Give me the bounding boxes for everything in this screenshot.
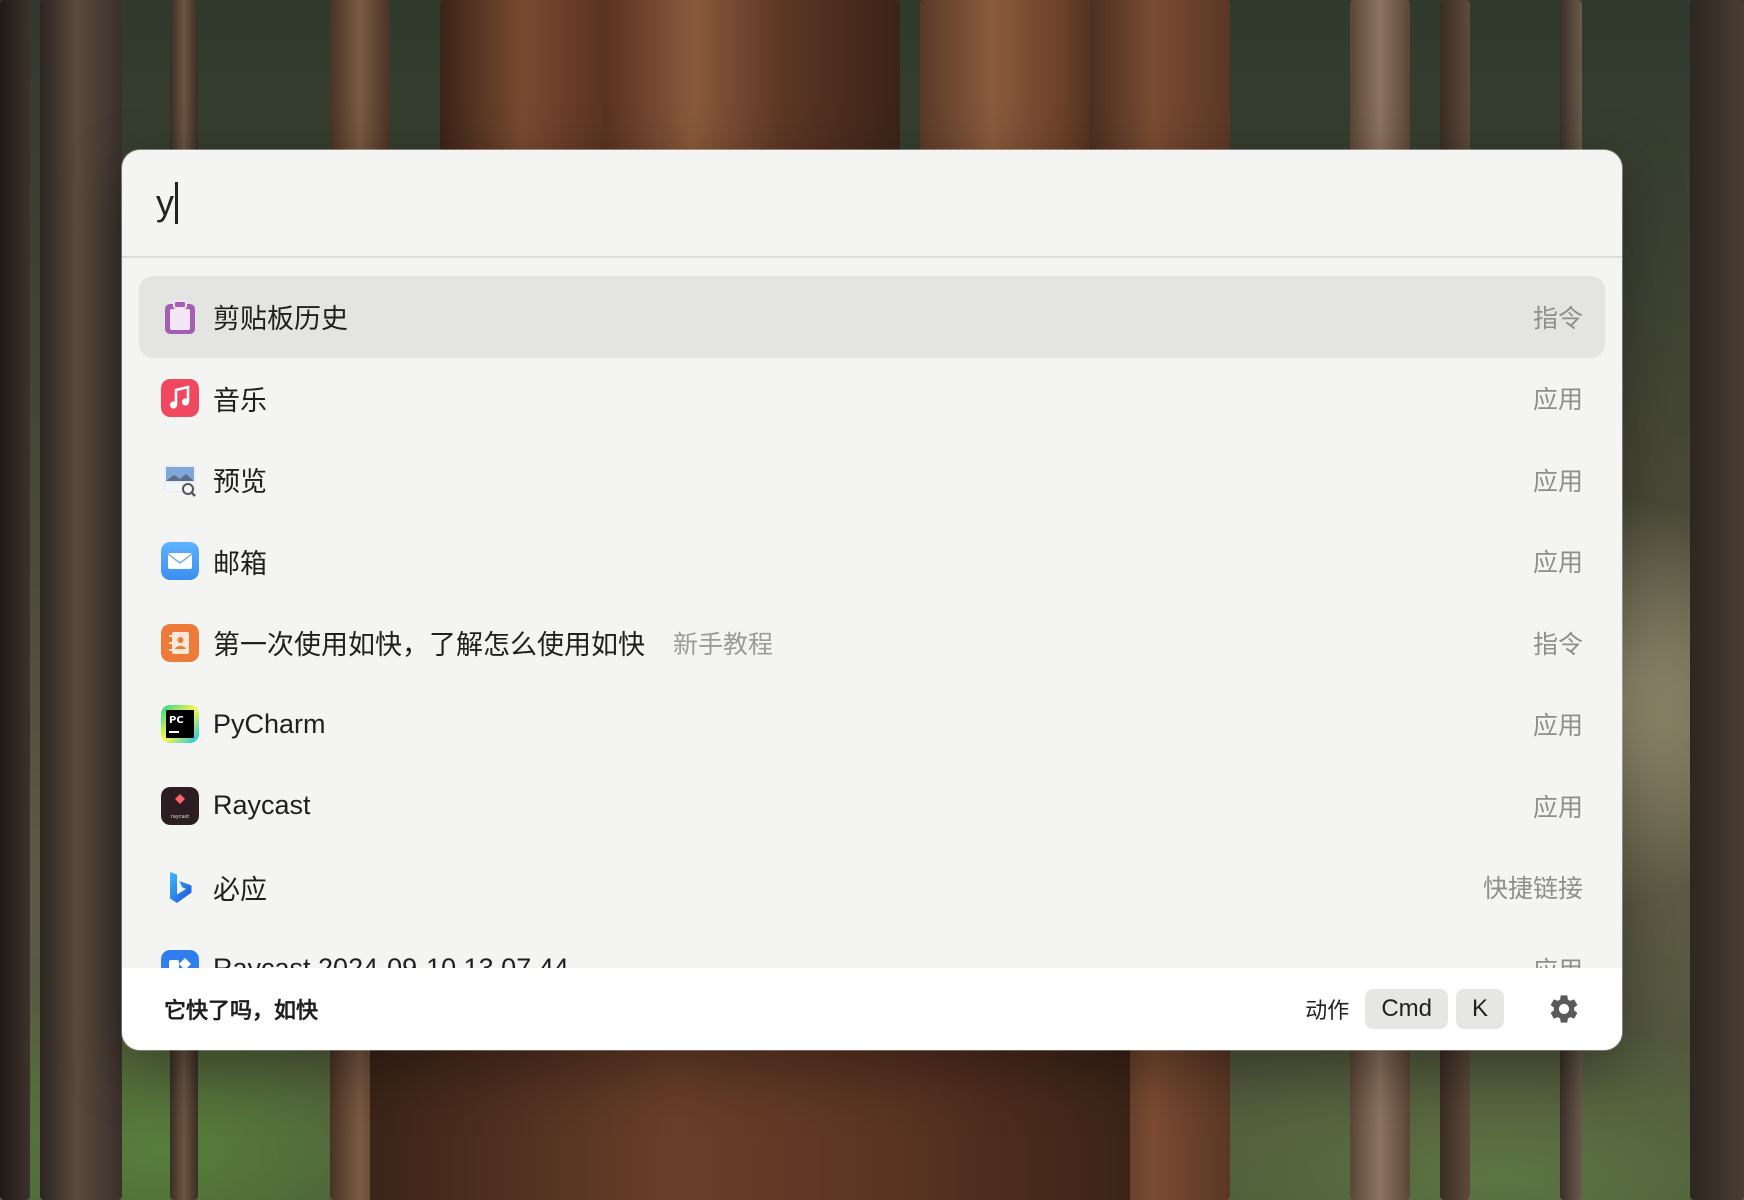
result-row[interactable]: 必应 快捷链接 bbox=[139, 847, 1605, 929]
result-title: 第一次使用如快，了解怎么使用如快 bbox=[213, 630, 645, 661]
search-bar[interactable]: y bbox=[122, 150, 1622, 258]
result-row[interactable]: PC PyCharm 应用 bbox=[139, 684, 1605, 766]
raycast-icon: raycast bbox=[161, 786, 199, 825]
result-title: 必应 bbox=[213, 874, 267, 905]
footer-bar: 它快了吗，如快 动作 Cmd K bbox=[122, 968, 1622, 1050]
result-subtitle: 新手教程 bbox=[673, 629, 774, 659]
result-type-label: 指令 bbox=[1532, 629, 1583, 659]
result-title: Raycast 2024-09-10 13.07.44 bbox=[213, 953, 569, 968]
result-type-label: 快捷链接 bbox=[1482, 874, 1583, 904]
search-input[interactable]: y bbox=[156, 182, 174, 224]
shortcut-key-k: K bbox=[1455, 989, 1504, 1029]
result-title: 邮箱 bbox=[213, 548, 267, 579]
text-caret bbox=[175, 182, 178, 224]
music-icon bbox=[161, 379, 199, 418]
result-row[interactable]: 邮箱 应用 bbox=[139, 521, 1605, 603]
result-title: 音乐 bbox=[213, 385, 267, 416]
result-type-label: 应用 bbox=[1532, 385, 1583, 415]
contacts-book-icon bbox=[161, 623, 199, 662]
result-title: 预览 bbox=[213, 467, 267, 498]
result-row[interactable]: Raycast 2024-09-10 13.07.44 应用 bbox=[139, 928, 1605, 968]
result-type-label: 应用 bbox=[1532, 548, 1583, 578]
tree-trunk-base bbox=[370, 1040, 1130, 1200]
result-type-label: 应用 bbox=[1532, 466, 1583, 496]
result-list: 剪贴板历史 指令 音乐 应用 预览 应用 邮箱 应用 第一次使用如快，了解怎么使用如快 新手教程指… bbox=[122, 258, 1622, 968]
gear-icon[interactable] bbox=[1546, 991, 1582, 1027]
svg-text:raycast: raycast bbox=[171, 814, 189, 820]
result-row[interactable]: 第一次使用如快，了解怎么使用如快 新手教程 指令 bbox=[139, 602, 1605, 684]
footer-actions: 动作 Cmd K bbox=[1305, 989, 1582, 1029]
result-type-label: 指令 bbox=[1532, 303, 1583, 333]
result-row[interactable]: 预览 应用 bbox=[139, 439, 1605, 521]
bing-icon bbox=[161, 868, 199, 906]
result-row[interactable]: raycast Raycast 应用 bbox=[139, 765, 1605, 847]
result-type-label: 应用 bbox=[1532, 792, 1583, 822]
svg-text:PC: PC bbox=[169, 715, 184, 726]
result-type-label: 应用 bbox=[1532, 711, 1583, 741]
result-row[interactable]: 剪贴板历史 指令 bbox=[139, 276, 1605, 358]
tree-trunk bbox=[40, 0, 122, 1200]
result-title: 剪贴板历史 bbox=[213, 304, 348, 335]
pycharm-icon: PC bbox=[161, 705, 199, 744]
result-type-label: 应用 bbox=[1533, 951, 1583, 968]
shortcut-key-cmd: Cmd bbox=[1365, 989, 1448, 1029]
clipboard-icon bbox=[161, 298, 199, 336]
tree-trunk bbox=[0, 0, 30, 1200]
footer-label: 它快了吗，如快 bbox=[164, 999, 319, 1024]
result-row[interactable]: 音乐 应用 bbox=[139, 358, 1605, 440]
mail-icon bbox=[161, 542, 199, 581]
launcher-window: y 剪贴板历史 指令 音乐 应用 预览 应用 邮箱 应用 第一次使用如快，了解怎么使用如快 新手教… bbox=[122, 150, 1622, 1050]
tree-trunk bbox=[1690, 0, 1744, 1200]
app-store-icon bbox=[161, 949, 199, 968]
actions-button[interactable]: 动作 bbox=[1305, 993, 1349, 1025]
result-title: Raycast bbox=[213, 790, 311, 821]
result-title: PyCharm bbox=[213, 708, 326, 739]
preview-icon bbox=[161, 461, 199, 499]
